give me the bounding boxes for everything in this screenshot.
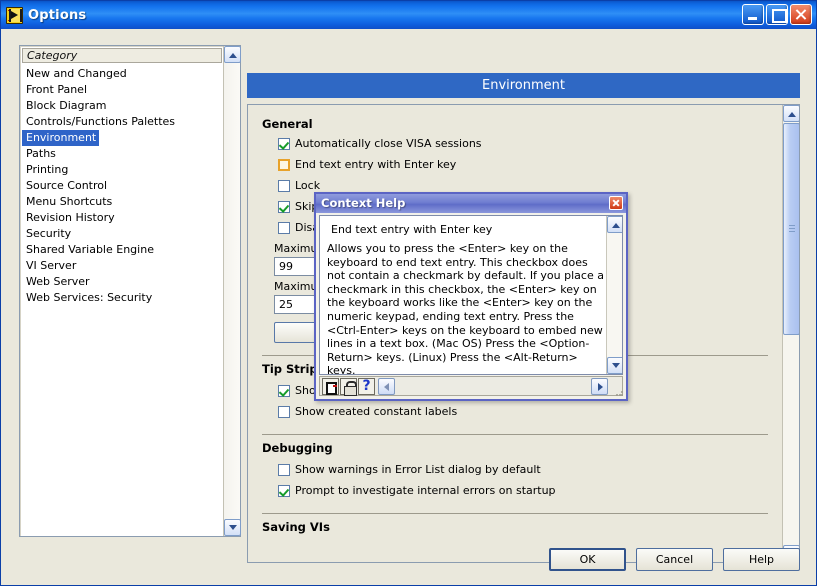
category-label: Web Services: Security	[26, 291, 153, 304]
category-label: Web Server	[26, 275, 90, 288]
checkbox-skip[interactable]	[278, 200, 290, 213]
category-label-selected: Environment	[22, 130, 100, 146]
category-list-scrollbar[interactable]	[223, 46, 241, 536]
sidebar-item-web-server[interactable]: Web Server	[22, 274, 222, 290]
sidebar-item-controls-functions-palettes[interactable]: Controls/Functions Palettes	[22, 114, 222, 130]
options-dialog-window: Options Category New and Changed Front P…	[0, 0, 817, 586]
sidebar-item-new-and-changed[interactable]: New and Changed	[22, 66, 222, 82]
terminals-icon[interactable]	[322, 377, 339, 395]
scroll-down-arrow-icon[interactable]	[224, 519, 241, 536]
section-title-general: General	[262, 117, 313, 131]
sidebar-item-source-control[interactable]: Source Control	[22, 178, 222, 194]
checkbox-lock[interactable]	[278, 179, 290, 192]
category-label: Controls/Functions Palettes	[26, 115, 176, 128]
sidebar-item-block-diagram[interactable]: Block Diagram	[22, 98, 222, 114]
sidebar-item-paths[interactable]: Paths	[22, 146, 222, 162]
scroll-up-arrow-icon[interactable]	[224, 46, 241, 63]
sidebar-item-environment[interactable]: Environment	[22, 130, 222, 146]
sidebar-item-web-services-security[interactable]: Web Services: Security	[22, 290, 222, 306]
scroll-down-arrow-icon[interactable]	[607, 357, 622, 374]
labview-icon	[6, 6, 23, 24]
help-button[interactable]: Help	[723, 548, 800, 571]
context-help-title-bar[interactable]: Context Help	[316, 194, 626, 213]
category-label: VI Server	[26, 259, 77, 272]
checkbox-show-warnings-error-list[interactable]	[278, 463, 290, 476]
dialog-footer: OK Cancel Help	[549, 548, 800, 571]
category-label: Front Panel	[26, 83, 87, 96]
window-title-bar: Options	[1, 1, 816, 29]
context-help-scrollbar[interactable]	[606, 216, 622, 374]
category-label: Menu Shortcuts	[26, 195, 113, 208]
numeric-value: 99	[279, 260, 293, 273]
forward-arrow-icon[interactable]	[591, 377, 608, 395]
category-label: Shared Variable Engine	[26, 243, 154, 256]
section-divider	[262, 434, 768, 435]
question-mark-icon[interactable]: ?	[358, 377, 375, 395]
close-button[interactable]	[790, 4, 812, 25]
window-controls	[742, 4, 812, 25]
section-title-saving-vis: Saving VIs	[262, 520, 330, 534]
category-label: New and Changed	[26, 67, 127, 80]
option-prompt-investigate-internal-errors[interactable]: Prompt to investigate internal errors on…	[262, 480, 768, 501]
checkbox-end-text-entry-enter-key[interactable]	[278, 158, 290, 171]
sidebar-item-menu-shortcuts[interactable]: Menu Shortcuts	[22, 194, 222, 210]
lock-icon[interactable]	[340, 377, 357, 396]
option-show-created-constant-labels[interactable]: Show created constant labels	[262, 401, 768, 422]
sidebar-item-security[interactable]: Security	[22, 226, 222, 242]
environment-panel-scrollbar[interactable]	[782, 105, 799, 562]
cancel-button[interactable]: Cancel	[636, 548, 713, 571]
context-help-heading: End text entry with Enter key	[331, 223, 493, 236]
category-label: Security	[26, 227, 72, 240]
sidebar-item-revision-history[interactable]: Revision History	[22, 210, 222, 226]
section-divider	[262, 513, 768, 514]
back-arrow-icon[interactable]	[378, 377, 395, 395]
sidebar-item-front-panel[interactable]: Front Panel	[22, 82, 222, 98]
option-label: Prompt to investigate internal errors on…	[295, 484, 556, 497]
minimize-button[interactable]	[742, 4, 764, 25]
category-list-panel: Category New and Changed Front Panel Blo…	[19, 45, 241, 537]
context-help-text-area: End text entry with Enter key Allows you…	[319, 215, 623, 375]
category-label: Block Diagram	[26, 99, 107, 112]
checkbox-show-tip-strips[interactable]	[278, 384, 290, 397]
context-help-toolbar: ?	[319, 376, 623, 396]
context-help-body: Allows you to press the <Enter> key on t…	[327, 242, 604, 375]
option-label: End text entry with Enter key	[295, 158, 457, 171]
numeric-value: 25	[279, 298, 293, 311]
sidebar-item-printing[interactable]: Printing	[22, 162, 222, 178]
checkbox-auto-close-visa[interactable]	[278, 137, 290, 150]
option-label: Show warnings in Error List dialog by de…	[295, 463, 541, 476]
page-title: Environment	[247, 73, 800, 98]
context-help-text-content: End text entry with Enter key Allows you…	[327, 221, 604, 375]
option-auto-close-visa[interactable]: Automatically close VISA sessions	[262, 133, 768, 154]
context-help-close-button[interactable]	[609, 196, 623, 210]
category-label: Revision History	[26, 211, 115, 224]
checkbox-show-created-constant-labels[interactable]	[278, 405, 290, 418]
context-help-window: Context Help End text entry with Enter k…	[314, 192, 628, 401]
option-label: Automatically close VISA sessions	[295, 137, 482, 150]
maximize-button[interactable]	[766, 4, 788, 25]
checkbox-disable[interactable]	[278, 221, 290, 234]
dialog-body: Category New and Changed Front Panel Blo…	[1, 29, 816, 585]
category-label: Source Control	[26, 179, 108, 192]
category-list-items: New and Changed Front Panel Block Diagra…	[22, 66, 222, 306]
context-help-title: Context Help	[321, 196, 406, 210]
scrollbar-thumb[interactable]	[783, 123, 799, 335]
option-label: Lock	[295, 179, 321, 192]
category-label: Printing	[26, 163, 69, 176]
category-label: Paths	[26, 147, 56, 160]
section-title-debugging: Debugging	[262, 441, 333, 455]
scroll-up-arrow-icon[interactable]	[783, 105, 799, 122]
sidebar-item-shared-variable-engine[interactable]: Shared Variable Engine	[22, 242, 222, 258]
category-list-header: Category	[22, 48, 222, 63]
resize-grip-icon[interactable]	[615, 388, 624, 397]
window-title: Options	[28, 7, 87, 23]
option-label: Show created constant labels	[295, 405, 458, 418]
scroll-up-arrow-icon[interactable]	[607, 216, 622, 233]
option-show-warnings-error-list[interactable]: Show warnings in Error List dialog by de…	[262, 459, 768, 480]
sidebar-item-vi-server[interactable]: VI Server	[22, 258, 222, 274]
checkbox-prompt-investigate-internal-errors[interactable]	[278, 484, 290, 497]
option-end-text-entry-enter-key[interactable]: End text entry with Enter key	[262, 154, 768, 175]
ok-button[interactable]: OK	[549, 548, 626, 571]
